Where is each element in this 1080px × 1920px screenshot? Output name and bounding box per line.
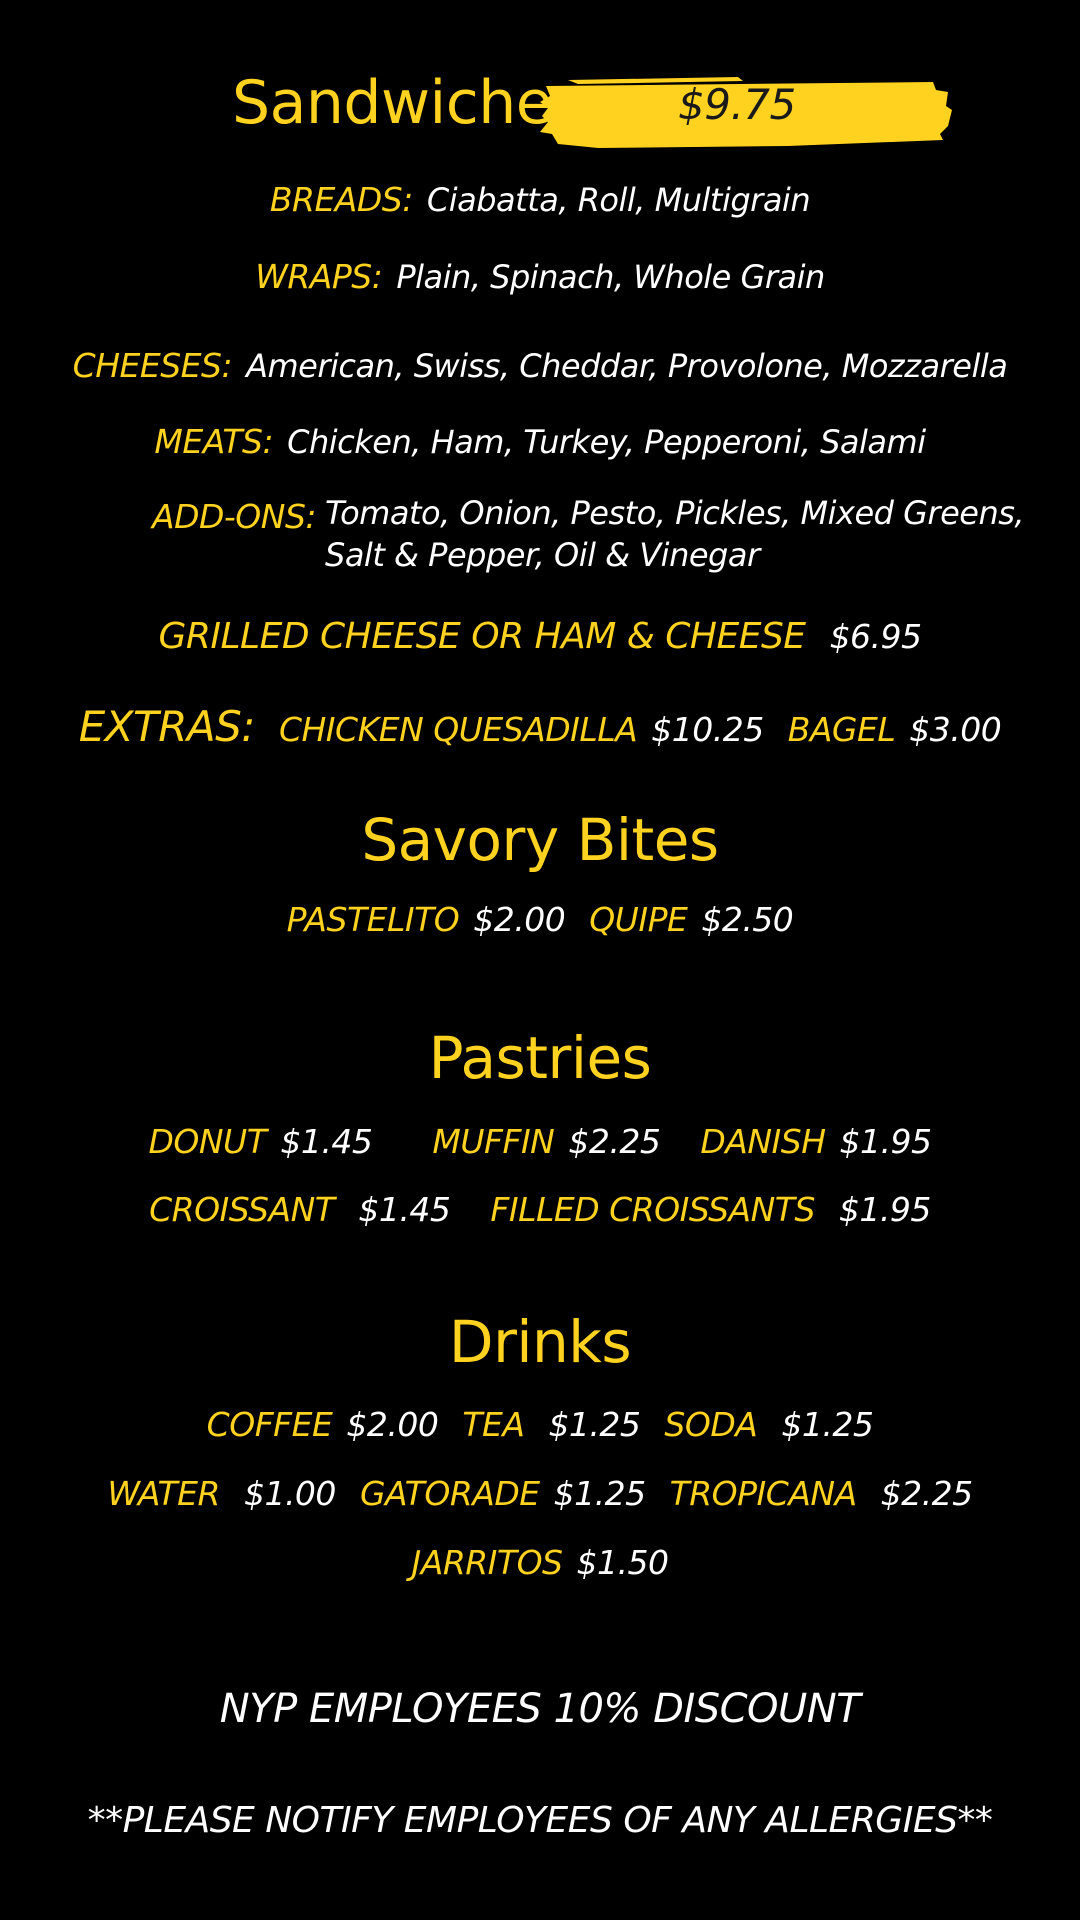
extras-row: EXTRAS: CHICKEN QUESADILLA $10.25 BAGEL $3.0… — [0, 702, 1080, 751]
drink-item-price: $1.50 — [576, 1543, 669, 1582]
pastries-heading: Pastries — [428, 1024, 652, 1092]
pastry-item-name: DANISH — [700, 1122, 826, 1161]
pastry-item-price: $1.95 — [839, 1122, 932, 1161]
breads-value: Ciabatta, Roll, Multigrain — [426, 181, 811, 219]
meats-value: Chicken, Ham, Turkey, Pepperoni, Salami — [287, 423, 926, 461]
grilled-price: $6.95 — [829, 617, 922, 656]
drink-item-price: $1.25 — [781, 1405, 874, 1444]
sandwiches-heading: Sandwiches — [232, 68, 583, 138]
savory-item-price: $2.00 — [473, 900, 566, 939]
drink-item-price: $1.00 — [243, 1474, 336, 1513]
extras-item-price: $10.25 — [651, 710, 764, 749]
cheeses-row: CHEESES: American, Swiss, Cheddar, Provol… — [0, 346, 1080, 385]
pastry-item-price: $1.45 — [280, 1122, 373, 1161]
drink-item-price: $1.25 — [548, 1405, 641, 1444]
drink-item-name: TROPICANA — [669, 1474, 858, 1513]
addons-label: ADD-ONS: — [152, 497, 317, 536]
addons-line2: Salt & Pepper, Oil & Vinegar — [325, 536, 760, 574]
savory-bites-row: PASTELITO $2.00 QUIPE $2.50 — [0, 900, 1080, 939]
drink-item-name: SODA — [664, 1405, 758, 1444]
extras-item-price: $3.00 — [909, 710, 1002, 749]
drinks-heading: Drinks — [448, 1308, 632, 1376]
drink-item-price: $2.00 — [346, 1405, 439, 1444]
pastry-item-name: DONUT — [148, 1122, 267, 1161]
breads-row: BREADS: Ciabatta, Roll, Multigrain — [0, 180, 1080, 219]
pastries-row-1: DONUT $1.45 MUFFIN $2.25 DANISH $1.95 — [0, 1122, 1080, 1161]
wraps-row: WRAPS: Plain, Spinach, Whole Grain — [0, 257, 1080, 296]
drink-item-price: $1.25 — [553, 1474, 646, 1513]
grilled-name: GRILLED CHEESE OR HAM & CHEESE — [158, 616, 806, 657]
drinks-row-2: WATER $1.00 GATORADE $1.25 TROPICANA $2.25 — [0, 1474, 1080, 1513]
pastries-row-2: CROISSANT $1.45 FILLED CROISSANTS $1.95 — [0, 1190, 1080, 1229]
wraps-value: Plain, Spinach, Whole Grain — [396, 258, 825, 296]
pastry-item-name: FILLED CROISSANTS — [490, 1190, 815, 1229]
savory-item-name: QUIPE — [589, 900, 688, 939]
pastry-item-name: MUFFIN — [432, 1122, 555, 1161]
pastry-item-price: $1.95 — [838, 1190, 931, 1229]
drink-item-name: GATORADE — [359, 1474, 540, 1513]
drink-item-name: COFFEE — [206, 1405, 333, 1444]
drink-item-name: JARRITOS — [411, 1543, 563, 1582]
wraps-label: WRAPS: — [255, 257, 383, 296]
extras-label: EXTRAS: — [78, 702, 256, 751]
meats-row: MEATS: Chicken, Ham, Turkey, Pepperoni, S… — [0, 422, 1080, 461]
drinks-row-3: JARRITOS $1.50 — [0, 1543, 1080, 1582]
allergy-notice: **PLEASE NOTIFY EMPLOYEES OF ANY ALLERGI… — [87, 1800, 993, 1841]
savory-bites-heading: Savory Bites — [361, 806, 719, 874]
grilled-row: GRILLED CHEESE OR HAM & CHEESE $6.95 — [0, 616, 1080, 657]
cheeses-value: American, Swiss, Cheddar, Provolone, Moz… — [246, 347, 1008, 385]
meats-label: MEATS: — [154, 422, 274, 461]
cheeses-label: CHEESES: — [72, 346, 233, 385]
pastry-item-price: $2.25 — [568, 1122, 661, 1161]
drink-item-name: TEA — [462, 1405, 525, 1444]
discount-notice: NYP EMPLOYEES 10% DISCOUNT — [219, 1686, 861, 1732]
pastry-item-name: CROISSANT — [149, 1190, 335, 1229]
drink-item-name: WATER — [107, 1474, 220, 1513]
savory-item-price: $2.50 — [701, 900, 794, 939]
extras-item-name: BAGEL — [787, 710, 896, 749]
drink-item-price: $2.25 — [880, 1474, 973, 1513]
savory-item-name: PASTELITO — [286, 900, 460, 939]
extras-item-name: CHICKEN QUESADILLA — [278, 710, 638, 749]
pastry-item-price: $1.45 — [358, 1190, 451, 1229]
breads-label: BREADS: — [269, 180, 413, 219]
addons-line1: Tomato, Onion, Pesto, Pickles, Mixed Gre… — [325, 494, 1025, 532]
menu-page: { "sandwiches": { "title": "Sandwiches",… — [0, 0, 1080, 1920]
sandwich-price: $9.75 — [678, 80, 796, 129]
drinks-row-1: COFFEE $2.00 TEA $1.25 SODA $1.25 — [0, 1405, 1080, 1444]
